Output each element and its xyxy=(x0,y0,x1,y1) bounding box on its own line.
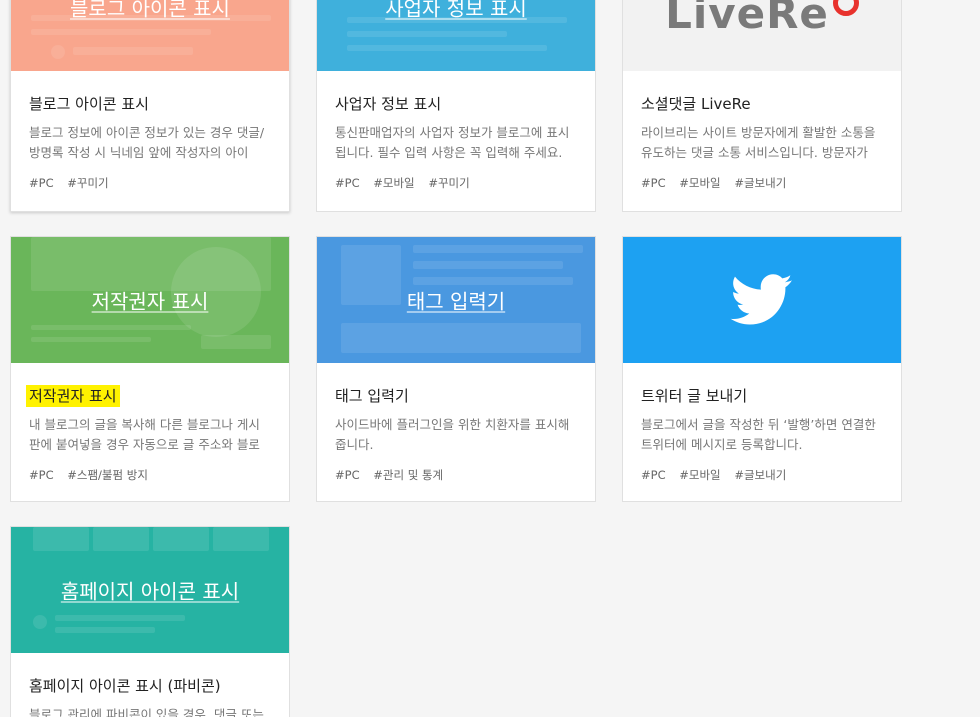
twitter-bird-icon xyxy=(730,274,793,325)
plugin-description: 블로그 정보에 아이콘 정보가 있는 경우 댓글/방명록 작성 시 닉네임 앞에… xyxy=(29,125,265,160)
plugin-card-copyright[interactable]: 저작권자 표시 저작권자 표시 내 블로그의 글을 복사해 다른 블로그나 게시… xyxy=(10,236,290,502)
plugin-description: 통신판매업자의 사업자 정보가 블로그에 표시됩니다. 필수 입력 사항은 꼭 … xyxy=(335,125,570,160)
plugin-title[interactable]: 저작권자 표시 xyxy=(26,385,271,407)
plugin-description: 라이브리는 사이트 방문자에게 활발한 소통을 유도하는 댓글 소통 서비스입니… xyxy=(641,125,876,160)
tag[interactable]: #글보내기 xyxy=(734,468,786,482)
plugin-thumbnail[interactable]: 저작권자 표시 xyxy=(11,237,289,363)
plugin-title[interactable]: 사업자 정보 표시 xyxy=(335,95,577,113)
thumbnail-title: 사업자 정보 표시 xyxy=(385,0,527,21)
plugin-description: 블로그에서 글을 작성한 뒤 ‘발행’하면 연결한 트위터에 메시지로 등록합니… xyxy=(641,417,876,452)
tag[interactable]: #PC xyxy=(29,176,54,190)
plugin-card-tag-input[interactable]: 태그 입력기 태그 입력기 사이드바에 플러그인을 위한 치환자를 표시해줍니다… xyxy=(316,236,596,502)
livere-logo: LiveRe xyxy=(623,0,901,38)
plugin-tags: #PC #관리 및 통계 xyxy=(335,467,577,483)
thumbnail-title: 블로그 아이콘 표시 xyxy=(70,0,230,21)
tag[interactable]: #모바일 xyxy=(679,176,720,190)
highlighted-title[interactable]: 저작권자 표시 xyxy=(26,385,120,407)
tag[interactable]: #PC xyxy=(29,468,54,482)
tag[interactable]: #PC xyxy=(335,176,360,190)
livere-speech-bubble-icon xyxy=(832,0,859,16)
plugin-title[interactable]: 블로그 아이콘 표시 xyxy=(29,95,271,113)
plugin-tags: #PC #꾸미기 xyxy=(29,175,271,191)
tag[interactable]: #PC xyxy=(335,468,360,482)
plugin-title[interactable]: 소셜댓글 LiveRe xyxy=(641,95,883,113)
tag[interactable]: #PC xyxy=(641,176,666,190)
plugin-title[interactable]: 트위터 글 보내기 xyxy=(641,387,883,405)
plugin-tags: #PC #모바일 #글보내기 xyxy=(641,175,883,191)
plugin-thumbnail[interactable]: 태그 입력기 xyxy=(317,237,595,363)
plugin-tags: #PC #모바일 #글보내기 xyxy=(641,467,883,483)
thumbnail-title: 저작권자 표시 xyxy=(91,289,209,314)
plugin-thumbnail[interactable]: 사업자 정보 표시 xyxy=(317,0,595,71)
plugin-card-twitter[interactable]: 트위터 글 보내기 블로그에서 글을 작성한 뒤 ‘발행’하면 연결한 트위터에… xyxy=(622,236,902,502)
tag[interactable]: #꾸미기 xyxy=(67,176,108,190)
tag[interactable]: #모바일 xyxy=(679,468,720,482)
plugin-description: 블로그 관리에 파비콘이 있을 경우, 댓글 또는 xyxy=(29,707,264,717)
thumbnail-title: 태그 입력기 xyxy=(406,289,506,314)
tag[interactable]: #꾸미기 xyxy=(428,176,469,190)
plugin-title[interactable]: 홈페이지 아이콘 표시 (파비콘) xyxy=(29,677,271,695)
plugin-card-blog-icon[interactable]: 블로그 아이콘 표시 블로그 아이콘 표시 블로그 정보에 아이콘 정보가 있는… xyxy=(10,0,290,212)
plugin-title[interactable]: 태그 입력기 xyxy=(335,387,577,405)
plugin-tags: #PC #스팸/불펌 방지 xyxy=(29,467,271,483)
plugin-description: 내 블로그의 글을 복사해 다른 블로그나 게시판에 붙여넣을 경우 자동으로 … xyxy=(29,417,260,452)
tag[interactable]: #글보내기 xyxy=(734,176,786,190)
plugin-thumbnail[interactable]: 홈페이지 아이콘 표시 xyxy=(11,527,289,653)
tag[interactable]: #관리 및 통계 xyxy=(373,468,443,482)
plugin-card-livere[interactable]: LiveRe 소셜댓글 LiveRe 라이브리는 사이트 방문자에게 활발한 소… xyxy=(622,0,902,212)
plugin-description: 사이드바에 플러그인을 위한 치환자를 표시해줍니다. xyxy=(335,417,570,452)
plugin-card-business-info[interactable]: 사업자 정보 표시 사업자 정보 표시 통신판매업자의 사업자 정보가 블로그에… xyxy=(316,0,596,212)
plugin-card-favicon[interactable]: 홈페이지 아이콘 표시 홈페이지 아이콘 표시 (파비콘) 블로그 관리에 파비… xyxy=(10,526,290,717)
tag[interactable]: #모바일 xyxy=(373,176,414,190)
plugin-tags: #PC #모바일 #꾸미기 xyxy=(335,175,577,191)
tag[interactable]: #PC xyxy=(641,468,666,482)
thumbnail-title: 홈페이지 아이콘 표시 xyxy=(60,579,240,604)
tag[interactable]: #스팸/불펌 방지 xyxy=(67,468,148,482)
plugin-thumbnail[interactable]: LiveRe xyxy=(623,0,901,71)
plugin-thumbnail[interactable] xyxy=(623,237,901,363)
plugin-thumbnail[interactable]: 블로그 아이콘 표시 xyxy=(11,0,289,71)
